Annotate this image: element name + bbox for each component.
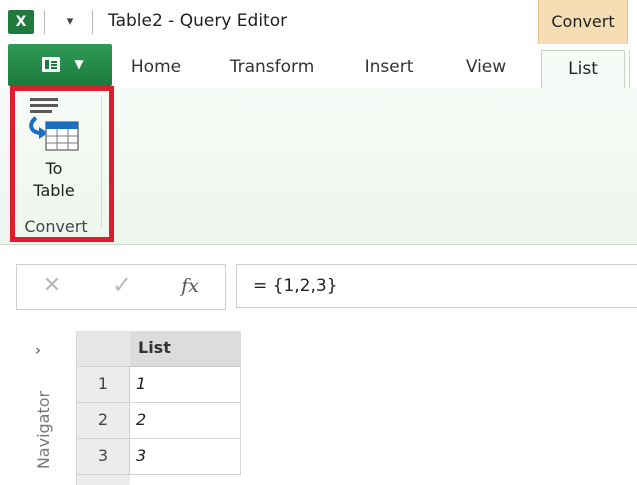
tab-insert[interactable]: Insert: [356, 44, 422, 88]
file-menu-icon: [42, 57, 60, 72]
tab-view[interactable]: View: [454, 44, 518, 88]
title-separator: [44, 10, 45, 34]
column-header[interactable]: List: [130, 331, 241, 367]
contextual-tab-group-label: Convert: [538, 0, 628, 44]
tabbar-edge: [629, 50, 637, 88]
formula-input[interactable]: = {1,2,3}: [236, 264, 637, 308]
table-cell[interactable]: 1: [130, 367, 241, 403]
row-number[interactable]: 1: [77, 367, 130, 403]
tab-list[interactable]: List: [541, 50, 625, 89]
table-cell[interactable]: 2: [130, 403, 241, 439]
grid-corner[interactable]: [77, 331, 130, 367]
title-separator: [92, 10, 93, 34]
customize-qat-icon[interactable]: ▾: [62, 12, 78, 32]
table-cell[interactable]: 3: [130, 439, 241, 475]
chevron-down-icon: ▼: [74, 57, 84, 71]
fx-icon[interactable]: fx: [176, 272, 204, 300]
data-grid: List 1 1 2 2 3 3: [76, 331, 243, 485]
navigator-label: Navigator: [34, 390, 53, 470]
row-number[interactable]: 2: [77, 403, 130, 439]
tab-transform[interactable]: Transform: [220, 44, 324, 88]
row-number[interactable]: 3: [77, 439, 130, 475]
tab-home[interactable]: Home: [124, 44, 188, 88]
highlight-box: [10, 86, 114, 242]
excel-icon[interactable]: X: [8, 10, 34, 34]
checkmark-icon[interactable]: ✓: [108, 270, 136, 300]
file-button[interactable]: ▼: [8, 44, 112, 86]
row-header-filler: [77, 475, 130, 485]
cancel-icon[interactable]: ✕: [40, 272, 64, 300]
window-title: Table2 - Query Editor: [108, 11, 288, 31]
chevron-right-icon[interactable]: ›: [28, 340, 48, 360]
